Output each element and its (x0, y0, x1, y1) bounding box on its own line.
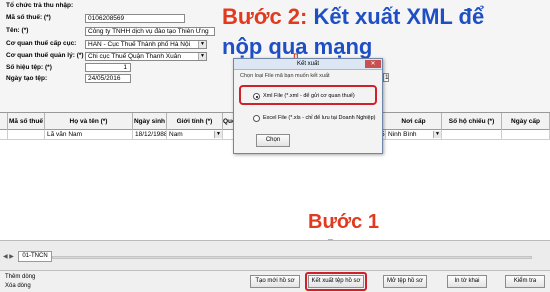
print-button[interactable]: In tờ khai (447, 275, 487, 288)
cell-gender[interactable]: Nam ▼ (167, 130, 223, 140)
col-gender[interactable]: Giới tính (*) (167, 113, 223, 130)
cell-full-name[interactable]: Lã văn Nam (45, 130, 133, 140)
dialog-group-label: Chọn loại File mã bạn muốn kết xuất (240, 73, 330, 79)
export-button-highlight (305, 272, 367, 291)
tax-mgmt-value: Chi cục Thuế Quận Thanh Xuân (88, 53, 181, 60)
col-passport[interactable]: Số hộ chiếu (*) (442, 113, 502, 130)
gender-value: Nam (169, 131, 183, 138)
check-button[interactable]: Kiểm tra (505, 275, 545, 288)
tax-mgmt-select[interactable]: Chi cục Thuế Quận Thanh Xuân ▼ (85, 52, 207, 61)
cell-tax-code[interactable] (8, 130, 45, 140)
col-full-name[interactable]: Họ và tên (*) (45, 113, 133, 130)
row-selector[interactable] (0, 130, 8, 140)
cell-issue-place[interactable]: Ninh Bình ▼ (386, 130, 442, 140)
chevron-down-icon[interactable]: ▼ (433, 131, 441, 138)
sheet-tab-bar: ◀ ▶ 01-TNCN (0, 240, 550, 270)
col-issue-date[interactable]: Ngày cấp (502, 113, 550, 130)
excel-option-label[interactable]: Excel File (*.xls - chỉ để lưu tại Doanh… (263, 115, 376, 121)
new-file-button[interactable]: Tạo mới hồ sơ (250, 275, 300, 288)
col-tax-code[interactable]: Mã số thuế (8, 113, 45, 130)
step2-text: Kết xuất XML để (307, 4, 485, 29)
dialog-title: Kết xuất (296, 61, 319, 67)
right-number-field[interactable]: 1 (383, 73, 389, 82)
delete-row-link[interactable]: Xóa dòng (5, 283, 31, 289)
bottom-toolbar: Thêm dòng Xóa dòng Tạo mới hồ sơ Kết xuấ… (0, 270, 550, 292)
issue-place-value: Ninh Bình (388, 131, 417, 138)
tax-dept-value: HAN - Cục Thuế Thành phố Hà Nội (88, 41, 191, 48)
tax-code-field[interactable]: 0106208569 (85, 14, 185, 23)
step1-annotation: Bước 1 (308, 211, 379, 233)
tab-01-tncn[interactable]: 01-TNCN (18, 251, 52, 262)
cell-dob[interactable]: 18/12/1988 (133, 130, 167, 140)
tax-dept-label: Cơ quan thuế cấp cục: (6, 40, 77, 47)
dialog-titlebar[interactable]: Kết xuất ✕ (234, 59, 382, 70)
file-no-field[interactable]: 1 (85, 63, 131, 72)
chevron-down-icon[interactable]: ▼ (214, 131, 222, 138)
file-no-label: Số hiệu tệp: (*) (6, 64, 52, 71)
date-field[interactable]: 24/05/2016 (85, 74, 131, 83)
org-label: Tổ chức trả thu nhập: (6, 2, 74, 9)
tab-nav-arrows[interactable]: ◀ ▶ (3, 253, 14, 260)
add-row-link[interactable]: Thêm dòng (5, 274, 35, 280)
horizontal-scrollbar[interactable] (52, 256, 532, 259)
close-icon[interactable]: ✕ (365, 60, 381, 68)
xml-option-label[interactable]: Xml File (*.xml - để gửi cơ quan thuế) (263, 93, 355, 99)
cell-issue-date[interactable] (502, 130, 550, 140)
choose-button[interactable]: Chọn (256, 134, 290, 147)
tax-mgmt-label: Cơ quan thuế quản lý: (*) (6, 52, 84, 59)
tax-code-label: Mã số thuế: (*) (6, 14, 51, 21)
name-label: Tên: (*) (6, 27, 29, 34)
chevron-down-icon[interactable]: ▼ (198, 53, 206, 60)
export-dialog: Kết xuất ✕ Chọn loại File mã bạn muốn kế… (233, 58, 383, 154)
xml-radio[interactable] (253, 93, 260, 100)
chevron-down-icon[interactable]: ▼ (198, 41, 206, 48)
date-label: Ngày tạo tệp: (6, 75, 48, 82)
open-file-button[interactable]: Mở tệp hồ sơ (383, 275, 427, 288)
row-selector-header (0, 113, 8, 130)
cell-passport[interactable] (442, 130, 502, 140)
tax-dept-select[interactable]: HAN - Cục Thuế Thành phố Hà Nội ▼ (85, 40, 207, 49)
excel-radio[interactable] (253, 115, 260, 122)
step2-annotation: Bước 2: Kết xuất XML để (222, 5, 484, 29)
name-field[interactable]: Công ty TNHH dịch vụ đào tạo Thiên Ưng (85, 27, 215, 36)
col-dob[interactable]: Ngày sinh (133, 113, 167, 130)
step2-prefix: Bước 2: (222, 4, 308, 29)
col-issue-place[interactable]: Nơi cấp (386, 113, 442, 130)
